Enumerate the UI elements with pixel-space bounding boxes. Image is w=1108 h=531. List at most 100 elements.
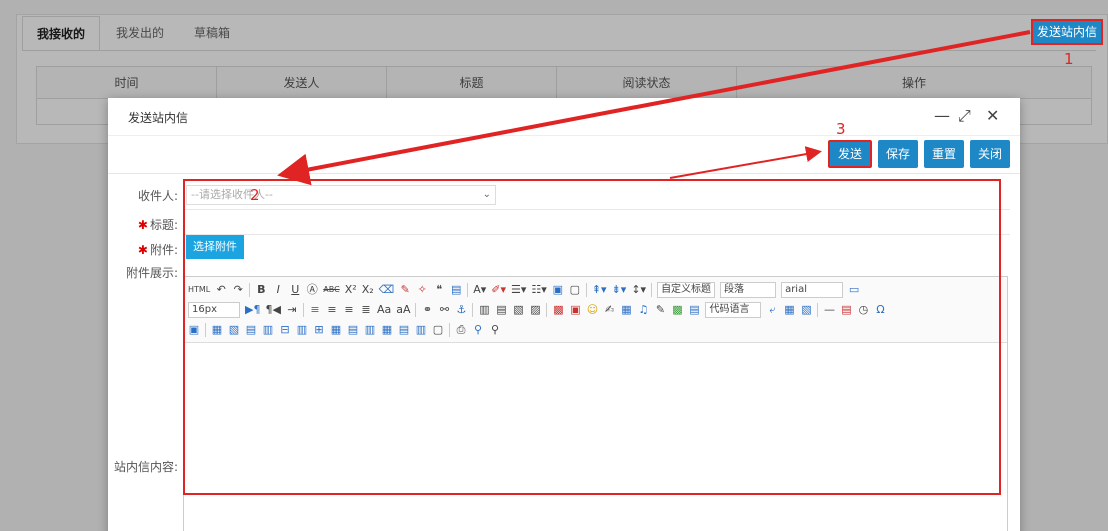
- merge-right-icon[interactable]: ▤: [347, 323, 359, 337]
- link-icon[interactable]: ⚭: [421, 303, 433, 317]
- simple-upload-icon[interactable]: ▩: [552, 303, 564, 317]
- align-right-icon[interactable]: ≡: [343, 303, 355, 317]
- send-button[interactable]: 发送: [827, 140, 872, 168]
- subject-label-text: 标题:: [149, 218, 178, 232]
- preview-icon[interactable]: ▭: [848, 283, 860, 297]
- redo-icon[interactable]: ↷: [232, 283, 244, 297]
- print-icon[interactable]: ⎙: [455, 323, 467, 337]
- italic-icon[interactable]: I: [272, 283, 284, 297]
- unlink-icon[interactable]: ⚯: [438, 303, 450, 317]
- template-icon[interactable]: ▧: [800, 303, 812, 317]
- subject-label: ✱ 标题:: [108, 216, 178, 233]
- background-icon[interactable]: ▦: [783, 303, 795, 317]
- search-replace-icon[interactable]: ⚲: [489, 323, 501, 337]
- direction-ltr-icon[interactable]: ▶¶: [245, 303, 260, 317]
- paste-plain-icon[interactable]: ▤: [450, 283, 462, 297]
- font-family-select[interactable]: arial: [781, 282, 844, 298]
- insert-video-icon[interactable]: ▦: [620, 303, 632, 317]
- underline-icon[interactable]: U: [289, 283, 301, 297]
- emotion-icon[interactable]: ☺: [586, 303, 598, 317]
- music-icon[interactable]: ♫: [637, 303, 649, 317]
- merge-cells-icon[interactable]: ▦: [330, 323, 342, 337]
- minimize-icon[interactable]: —: [934, 106, 950, 125]
- preview-doc-icon[interactable]: ⚲: [472, 323, 484, 337]
- maximize-icon[interactable]: ⤢: [958, 106, 971, 126]
- insert-table-icon[interactable]: ▦: [211, 323, 223, 337]
- auto-format-icon[interactable]: ✧: [416, 283, 428, 297]
- toolbar-separator: [651, 283, 653, 297]
- superscript-icon[interactable]: X²: [345, 283, 357, 297]
- eraser-icon[interactable]: ⌫: [379, 283, 395, 297]
- background-color-icon[interactable]: ✐▾: [491, 283, 506, 297]
- to-lowercase-icon[interactable]: aA: [396, 303, 410, 317]
- split-to-cols-icon[interactable]: ▥: [415, 323, 427, 337]
- delete-row-icon[interactable]: ⊟: [279, 323, 291, 337]
- map-icon[interactable]: ▩: [671, 303, 683, 317]
- bold-icon[interactable]: B: [255, 283, 267, 297]
- ordered-list-icon[interactable]: ☰▾: [511, 283, 526, 297]
- unordered-list-icon[interactable]: ☷▾: [531, 283, 546, 297]
- reset-button[interactable]: 重置: [923, 140, 964, 168]
- delete-col-icon[interactable]: ⊞: [313, 323, 325, 337]
- subscript-icon[interactable]: X₂: [362, 283, 374, 297]
- to-uppercase-icon[interactable]: Aa: [377, 303, 391, 317]
- insert-frame-icon[interactable]: ▤: [688, 303, 700, 317]
- editor-toolbar-row: ▣ ▦ ▧ ▤ ▥ ⊟ ▥ ⊞ ▦ ▤ ▥ ▦ ▤ ▥ ▢ ⎙ ⚲ ⚲: [188, 320, 501, 340]
- insert-row-icon[interactable]: ▥: [262, 323, 274, 337]
- split-to-rows-icon[interactable]: ▤: [398, 323, 410, 337]
- close-button[interactable]: 关闭: [969, 140, 1010, 168]
- anchor-icon[interactable]: ⚓: [455, 303, 467, 317]
- scrawl-icon[interactable]: ✍: [603, 303, 615, 317]
- insert-image-icon[interactable]: ▣: [569, 303, 581, 317]
- align-left-icon[interactable]: ≡: [309, 303, 321, 317]
- attachment-label-text: 附件:: [149, 243, 178, 257]
- split-to-cells-icon[interactable]: ▦: [381, 323, 393, 337]
- select-all-icon[interactable]: ▣: [552, 283, 564, 297]
- insert-time-icon[interactable]: ◷: [857, 303, 869, 317]
- image-center-icon[interactable]: ▨: [529, 303, 541, 317]
- align-center-icon[interactable]: ≡: [326, 303, 338, 317]
- save-button[interactable]: 保存: [877, 140, 918, 168]
- merge-down-icon[interactable]: ▥: [364, 323, 376, 337]
- clear-document-icon[interactable]: ▢: [569, 283, 581, 297]
- image-none-icon[interactable]: ▥: [478, 303, 490, 317]
- rich-text-editor[interactable]: HTML ↶ ↷ B I U Ⓐ ABC X² X₂ ⌫ ✎ ✧ ❝ ▤ A▾ …: [183, 276, 1008, 531]
- attachment-icon[interactable]: ✎: [654, 303, 666, 317]
- format-painter-icon[interactable]: ✎: [399, 283, 411, 297]
- dialog-title: 发送站内信: [128, 111, 189, 125]
- code-language-select[interactable]: 代码语言: [705, 302, 762, 318]
- wordimage-icon[interactable]: ▣: [188, 323, 200, 337]
- horizontal-rule-icon[interactable]: —: [823, 303, 835, 317]
- font-size-select[interactable]: 16px: [188, 302, 240, 318]
- undo-icon[interactable]: ↶: [215, 283, 227, 297]
- direction-rtl-icon[interactable]: ¶◀: [265, 303, 280, 317]
- line-height-icon[interactable]: ↕▾: [631, 283, 646, 297]
- send-message-button[interactable]: 发送站内信: [1031, 19, 1103, 45]
- send-message-dialog: 发送站内信 — ⤢ ✕ 发送 保存 重置 关闭 收件人: --请选择收件人-- …: [108, 98, 1020, 531]
- font-color-icon[interactable]: A▾: [473, 283, 486, 297]
- image-left-icon[interactable]: ▤: [495, 303, 507, 317]
- insert-paragraph-before-table-icon[interactable]: ▤: [245, 323, 257, 337]
- custom-heading-select[interactable]: 自定义标题: [657, 282, 716, 298]
- select-attachment-button[interactable]: 选择附件: [186, 235, 244, 259]
- paragraph-select[interactable]: 段落: [720, 282, 777, 298]
- font-border-icon[interactable]: Ⓐ: [306, 283, 318, 297]
- insert-col-icon[interactable]: ▥: [296, 323, 308, 337]
- row-spacing-bottom-icon[interactable]: ⇟▾: [612, 283, 627, 297]
- image-right-icon[interactable]: ▧: [512, 303, 524, 317]
- indent-icon[interactable]: ⇥: [286, 303, 298, 317]
- align-justify-icon[interactable]: ≣: [360, 303, 372, 317]
- page-break-icon[interactable]: ⤶: [766, 303, 778, 317]
- blockquote-icon[interactable]: ❝: [433, 283, 445, 297]
- toolbar-separator: [302, 303, 304, 317]
- strikethrough-icon[interactable]: ABC: [323, 283, 339, 297]
- chart-icon[interactable]: ▢: [432, 323, 444, 337]
- recipient-select[interactable]: --请选择收件人-- ⌄: [186, 185, 496, 205]
- special-chars-icon[interactable]: Ω: [874, 303, 886, 317]
- close-icon[interactable]: ✕: [986, 106, 999, 125]
- delete-table-icon[interactable]: ▧: [228, 323, 240, 337]
- html-source-icon[interactable]: HTML: [188, 283, 210, 297]
- toolbar-separator: [249, 283, 251, 297]
- insert-date-icon[interactable]: ▤: [840, 303, 852, 317]
- row-spacing-top-icon[interactable]: ⇞▾: [592, 283, 607, 297]
